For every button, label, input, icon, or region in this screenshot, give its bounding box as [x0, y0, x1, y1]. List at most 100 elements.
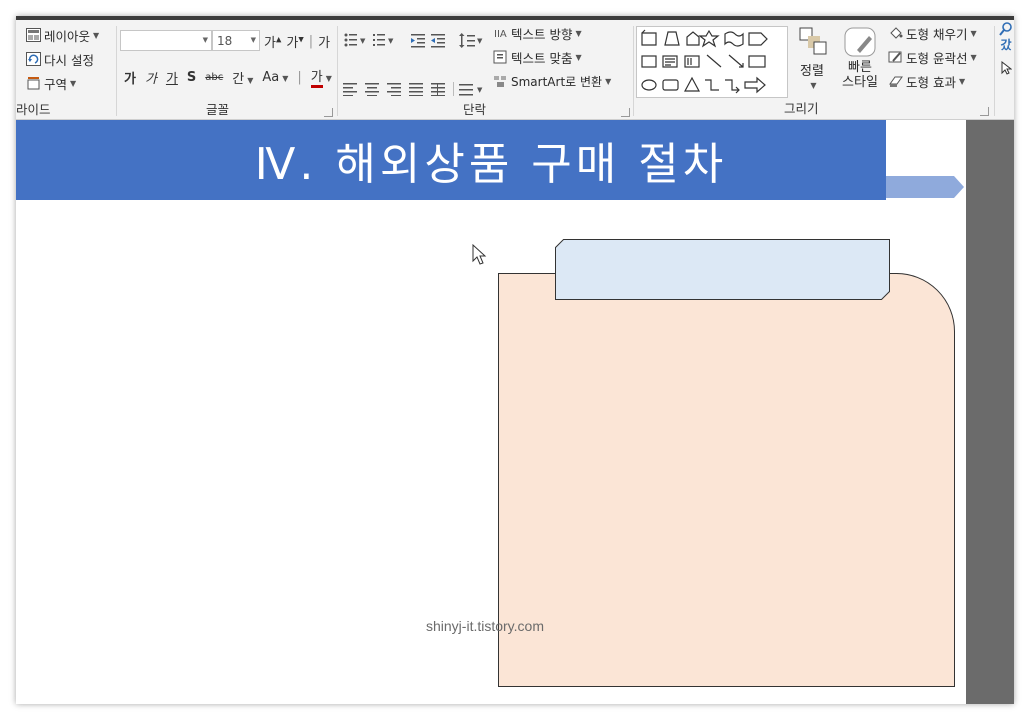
align-text-icon [493, 50, 508, 64]
layout-button[interactable]: 레이아웃 ▼ [26, 24, 99, 46]
ribbon: 레이아웃 ▼ 다시 설정 구역 ▼ 라이드 ▼ 18 ▼ 가▲ 가▼ | 가 가… [16, 20, 1014, 120]
select-cursor-icon[interactable] [1000, 61, 1012, 75]
text-direction-button[interactable]: IIA 텍스트 방향 ▼ [493, 22, 582, 44]
list-buttons-icon[interactable]: ▼ ▼ ▼ [343, 32, 493, 48]
font-color-button[interactable]: 가 ▼ [310, 66, 332, 88]
arrange-button[interactable]: 정렬 ▼ [792, 26, 832, 96]
slide-title[interactable]: Ⅳ. 해외상품 구매 절차 [175, 128, 727, 192]
align-text-label: 텍스트 맞춤 [511, 50, 573, 66]
strikethrough-button[interactable]: abc [205, 72, 223, 83]
group-separator [994, 26, 995, 116]
pencil-icon [888, 50, 903, 64]
align-text-button[interactable]: 텍스트 맞춤 ▼ [493, 46, 582, 68]
arrange-icon [799, 27, 827, 55]
find-button[interactable]: 갔 [998, 22, 1014, 92]
shape-effects-button[interactable]: 도형 효과 ▼ [888, 70, 965, 92]
align-buttons-icon[interactable]: ▼ [343, 82, 503, 96]
char-spacing-button[interactable]: 간 ▼ [232, 68, 253, 87]
paragraph-group-label: 단락 [463, 102, 487, 117]
shape-fill-label: 도형 채우기 [906, 26, 968, 42]
shape-fill-button[interactable]: 도형 채우기 ▼ [888, 22, 977, 44]
underline-button[interactable]: 가 [166, 68, 178, 87]
paragraph-group: ▼ ▼ ▼ ▼ IIA 텍스트 방향 ▼ 텍스트 맞춤 ▼ SmartArt로 … [339, 20, 633, 120]
shadow-button[interactable]: S [187, 70, 196, 85]
dialog-launcher-icon[interactable] [980, 107, 989, 116]
quick-styles-line1: 빠른 [848, 60, 872, 75]
shapes-gallery-icons[interactable] [639, 29, 775, 99]
italic-button[interactable]: 가 [145, 68, 157, 87]
search-icon [999, 22, 1012, 36]
font-size-value: 18 [217, 33, 233, 48]
char-spacing-label: 간 [232, 71, 245, 87]
text-direction-icon: IIA [493, 26, 508, 40]
slide-editing-area: Ⅳ. 해외상품 구매 절차 shinyj-it.tistory.com [16, 120, 1014, 704]
bold-button[interactable]: 가 [124, 68, 136, 87]
group-separator [116, 26, 117, 116]
paint-bucket-icon [888, 26, 903, 40]
chevron-down-icon: ▼ [605, 76, 612, 86]
grow-font-button[interactable]: 가▲ [264, 32, 281, 51]
font-style-buttons: 가 가 가 S abc 간 ▼ Aa ▼ | 가 ▼ [124, 66, 332, 88]
svg-text:▼: ▼ [477, 37, 483, 45]
shapes-gallery[interactable]: ▲ ▼ ▼ [636, 26, 788, 98]
clear-format-button[interactable]: 가 [318, 32, 330, 51]
svg-text:▼: ▼ [360, 37, 366, 45]
layout-icon [26, 28, 41, 42]
smartart-button[interactable]: SmartArt로 변환 ▼ [493, 70, 611, 92]
process-card-shape[interactable] [498, 273, 956, 687]
replace-label: 갔 [1000, 38, 1012, 52]
shape-outline-button[interactable]: 도형 윤곽선 ▼ [888, 46, 977, 68]
divider: | [297, 69, 302, 85]
shape-effects-icon [888, 74, 903, 88]
smartart-label: SmartArt로 변환 [511, 74, 603, 89]
clear-format-label: 가 [318, 35, 331, 51]
font-group: ▼ 18 ▼ 가▲ 가▼ | 가 가 가 가 S abc 간▼ Aa▼ | [118, 20, 336, 120]
chevron-down-icon: ▼ [325, 74, 332, 83]
screenshot-frame: 레이아웃 ▼ 다시 설정 구역 ▼ 라이드 ▼ 18 ▼ 가▲ 가▼ | 가 가… [0, 0, 1030, 722]
reset-label: 다시 설정 [44, 52, 94, 68]
dialog-launcher-icon[interactable] [324, 108, 333, 117]
font-name-combo[interactable]: ▼ [120, 30, 212, 51]
layout-label: 레이아웃 [44, 28, 91, 44]
quick-styles-button[interactable]: 빠른 스타일 [834, 26, 886, 116]
powerpoint-window: 레이아웃 ▼ 다시 설정 구역 ▼ 라이드 ▼ 18 ▼ 가▲ 가▼ | 가 가… [16, 16, 1014, 704]
watermark-text: shinyj-it.tistory.com [426, 618, 544, 634]
font-color-label: 가 [310, 66, 323, 88]
card-header-tab-shape[interactable] [555, 239, 891, 301]
group-separator [633, 26, 634, 116]
svg-text:▼: ▼ [477, 86, 483, 94]
title-bar[interactable]: Ⅳ. 해외상품 구매 절차 [16, 120, 886, 200]
dialog-launcher-icon[interactable] [621, 108, 630, 117]
chevron-down-icon: ▼ [93, 30, 100, 40]
chevron-down-icon: ▼ [575, 28, 582, 38]
reset-icon [26, 52, 41, 66]
font-size-buttons: 가▲ 가▼ | 가 [264, 30, 330, 52]
slide-group: 레이아웃 ▼ 다시 설정 구역 ▼ 라이드 [16, 20, 116, 120]
quick-styles-line2: 스타일 [842, 75, 878, 90]
divider: | [308, 33, 314, 49]
shape-effects-label: 도형 효과 [906, 74, 956, 90]
reset-button[interactable]: 다시 설정 [26, 48, 94, 70]
section-button[interactable]: 구역 ▼ [26, 72, 76, 94]
font-group-label: 글꼴 [206, 102, 230, 117]
quick-styles-icon [844, 27, 876, 57]
chevron-down-icon[interactable]: ▼ [251, 36, 256, 44]
chevron-down-icon[interactable]: ▼ [203, 36, 208, 44]
shrink-font-label: 가 [286, 35, 299, 51]
grow-font-label: 가 [264, 35, 276, 51]
slide-canvas[interactable]: Ⅳ. 해외상품 구매 절차 shinyj-it.tistory.com [16, 120, 966, 704]
change-case-button[interactable]: Aa ▼ [262, 70, 288, 85]
title-arrow-shape[interactable] [886, 176, 966, 200]
section-icon [26, 76, 41, 90]
chevron-down-icon: ▼ [282, 73, 289, 83]
text-direction-label: 텍스트 방향 [511, 26, 573, 42]
slide-group-label: 라이드 [16, 102, 51, 117]
shrink-font-button[interactable]: 가▼ [286, 32, 303, 51]
font-size-combo[interactable]: 18 ▼ [212, 30, 260, 51]
chevron-down-icon: ▼ [247, 75, 254, 85]
chevron-down-icon: ▼ [70, 78, 77, 88]
svg-text:▼: ▼ [388, 37, 394, 45]
smartart-icon [493, 74, 508, 88]
chevron-down-icon: ▼ [810, 81, 817, 90]
chevron-down-icon: ▼ [575, 52, 582, 62]
